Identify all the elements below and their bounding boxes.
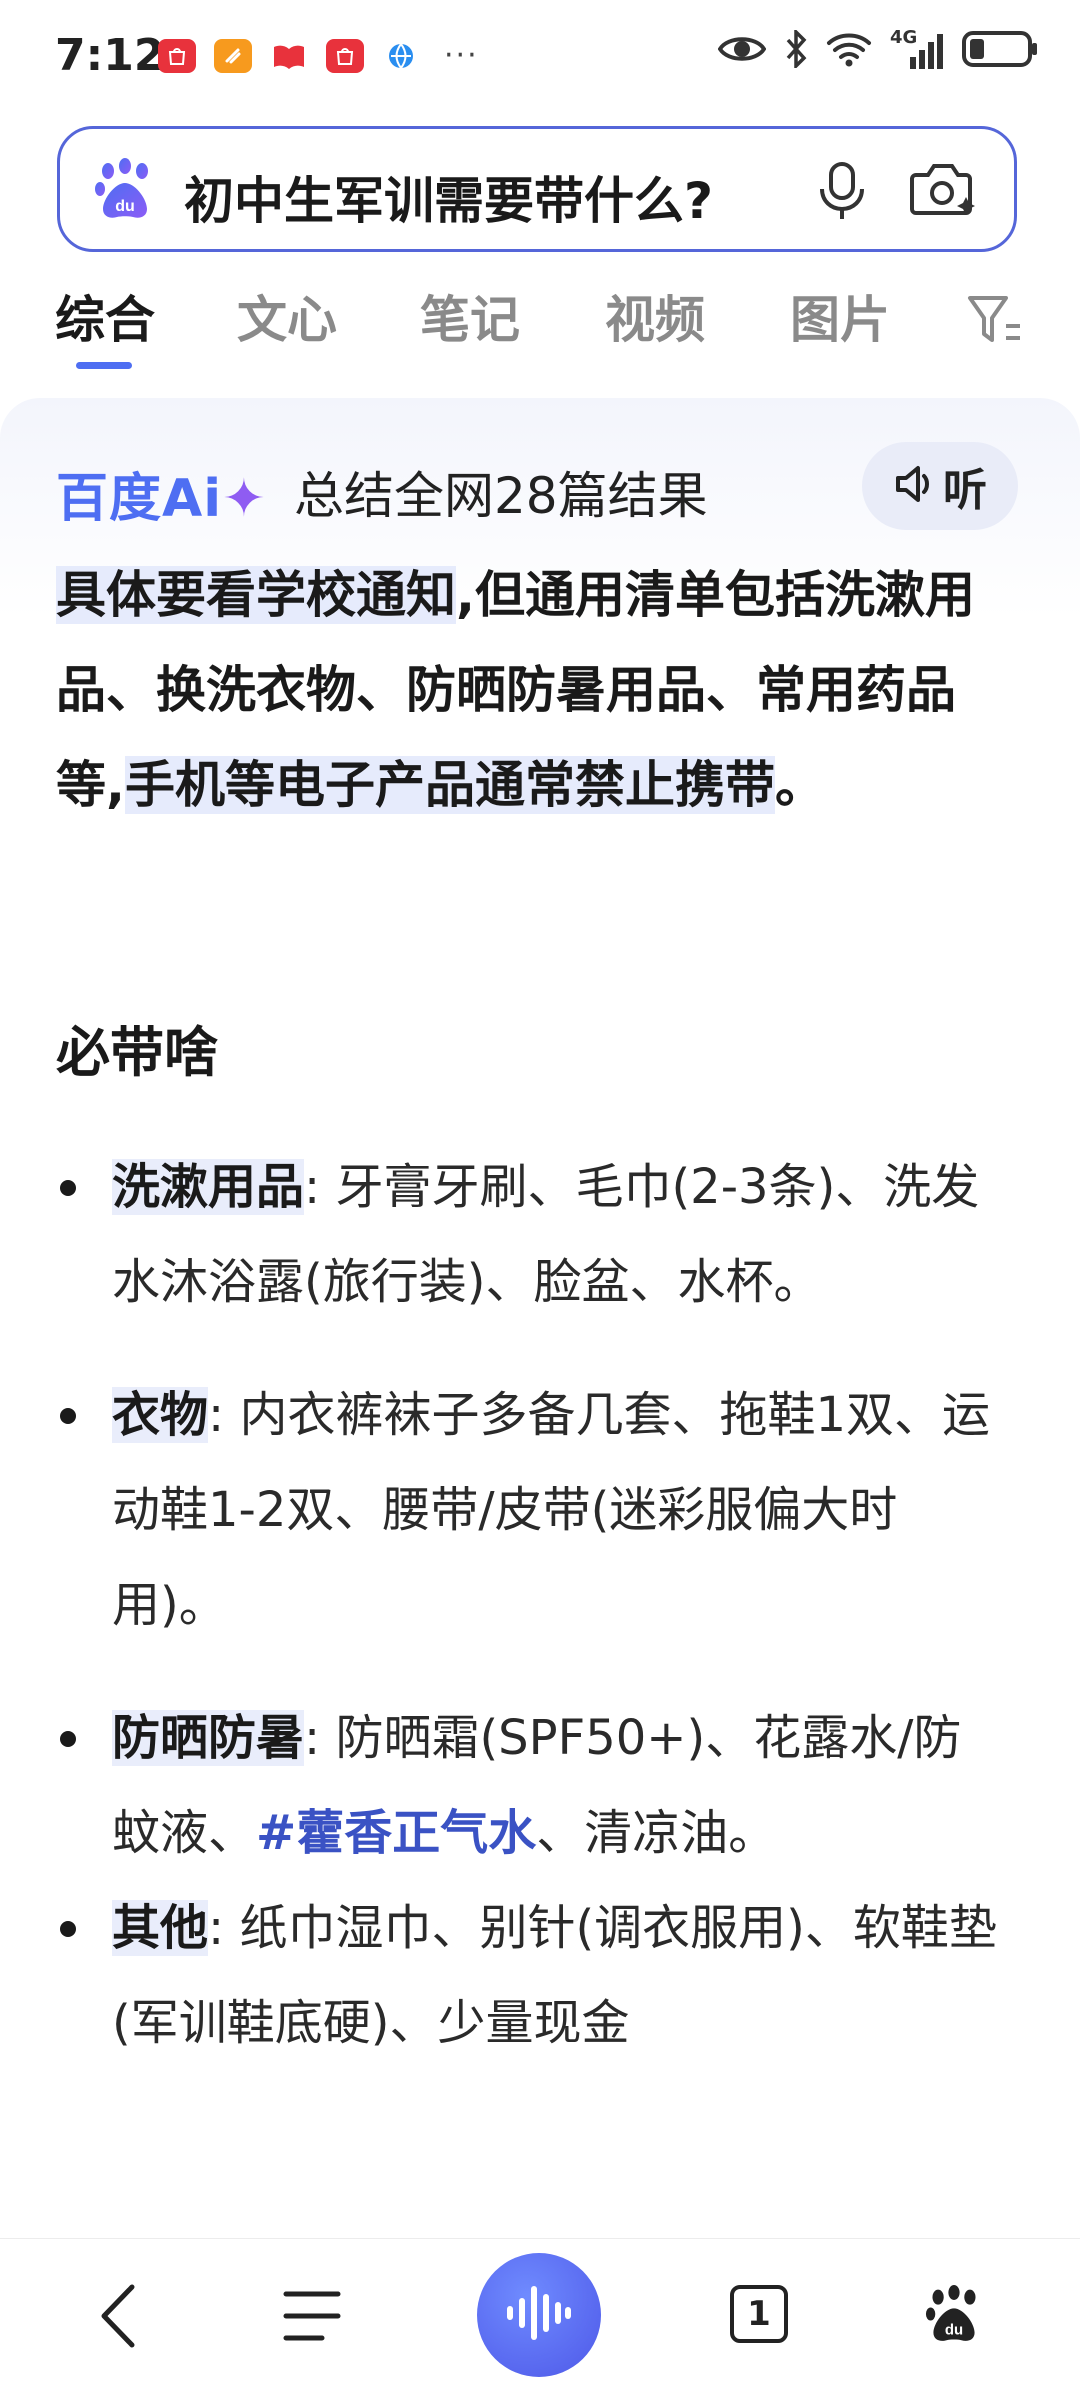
ai-answer-text: 具体要看学校通知,但通用清单包括洗漱用品、换洗衣物、防晒防暑用品、常用药品等,手…: [56, 548, 986, 833]
filter-icon[interactable]: [966, 292, 1024, 352]
answer-highlight: 具体要看学校通知: [56, 566, 456, 624]
wifi-icon: [826, 31, 872, 71]
list-item: 其他: 纸巾湿巾、别针(调衣服用)、软鞋垫(军训鞋底硬)、少量现金: [56, 1881, 1006, 2071]
notification-icons: ···: [158, 38, 479, 73]
item-key: 洗漱用品: [112, 1159, 305, 1215]
baidu-paw-logo-icon[interactable]: du: [94, 157, 156, 225]
ai-summary-label: 总结全网28篇结果: [294, 467, 708, 525]
checklist: 洗漱用品: 牙膏牙刷、毛巾(2-3条)、洗发水沐浴露(旅行装)、脸盆、水杯。 衣…: [56, 1140, 1006, 2071]
search-bar[interactable]: du 初中生军训需要带什么?: [57, 126, 1017, 252]
ai-answer-card: 百度Ai✦ 总结全网28篇结果 听 具体要看学校通知,但通用清单包括洗漱用品、换…: [0, 398, 1080, 2238]
back-icon[interactable]: [96, 2283, 140, 2353]
tab-notes[interactable]: 笔记: [420, 280, 520, 352]
voice-wave-icon: [504, 2283, 574, 2347]
baidu-ai-logo: 百度Ai✦: [56, 456, 267, 531]
svg-text:du: du: [115, 198, 135, 215]
search-input[interactable]: 初中生军训需要带什么?: [184, 161, 713, 233]
list-item: 洗漱用品: 牙膏牙刷、毛巾(2-3条)、洗发水沐浴露(旅行装)、脸盆、水杯。: [56, 1140, 1006, 1330]
tab-videos[interactable]: 视频: [605, 280, 705, 352]
item-key: 衣物: [112, 1387, 209, 1443]
voice-assistant-button[interactable]: [477, 2253, 601, 2377]
microphone-icon[interactable]: [818, 161, 866, 227]
list-item: 防晒防暑: 防晒霜(SPF50+)、花露水/防蚊液、#藿香正气水、清凉油。: [56, 1691, 1006, 1881]
tab-comprehensive[interactable]: 综合: [55, 280, 155, 352]
active-tab-indicator: [76, 362, 132, 369]
speaker-icon: [893, 463, 935, 509]
bluetooth-icon: [784, 27, 808, 72]
search-tabs: 综合 文心 笔记 视频 图片: [0, 280, 1080, 370]
bullet-dot: [60, 1921, 76, 1937]
svg-text:du: du: [945, 2322, 963, 2339]
bullet-dot: [60, 1408, 76, 1424]
tab-count: 1: [747, 2294, 771, 2334]
ai-logo-text: 百度Ai: [56, 469, 223, 529]
status-time: 7:12: [55, 30, 165, 81]
item-key: 防晒防暑: [112, 1710, 305, 1766]
camera-search-icon[interactable]: [910, 157, 980, 227]
bottom-navigation: 1 du: [0, 2238, 1080, 2389]
system-icons: 4G: [717, 27, 1040, 72]
eye-icon: [717, 32, 767, 70]
cellular-signal-icon: 4G: [890, 27, 944, 71]
red-book-icon: [270, 39, 308, 73]
huawei-store-icon-2: [326, 38, 364, 73]
listen-button[interactable]: 听: [862, 442, 1018, 530]
list-item: 衣物: 内衣裤袜子多备几套、拖鞋1双、运动鞋1-2双、腰带/皮带(迷彩服偏大时用…: [56, 1368, 1006, 1653]
hashtag-link[interactable]: #藿香正气水: [256, 1805, 536, 1861]
battery-icon: [962, 30, 1040, 72]
baidu-home-icon[interactable]: du: [925, 2283, 983, 2349]
item-key: 其他: [112, 1900, 209, 1956]
sparkle-icon: ✦: [222, 469, 267, 529]
item-text: : 纸巾湿巾、别针(调衣服用)、软鞋垫(军训鞋底硬)、少量现金: [112, 1900, 997, 2051]
answer-end: 。: [775, 756, 825, 814]
bullet-dot: [60, 1180, 76, 1196]
menu-icon[interactable]: [282, 2289, 342, 2347]
item-text-after: 、清凉油。: [536, 1805, 777, 1861]
status-bar: 7:12 ··· 4G: [0, 0, 1080, 110]
huawei-store-icon: [158, 38, 196, 73]
blue-globe-icon: [382, 39, 420, 73]
section-title: 必带啥: [56, 1021, 218, 1084]
answer-highlight-2: 手机等电子产品通常禁止携带: [125, 756, 775, 814]
listen-label: 听: [943, 465, 987, 516]
orange-app-icon: [214, 38, 252, 73]
item-text: : 内衣裤袜子多备几套、拖鞋1双、运动鞋1-2双、腰带/皮带(迷彩服偏大时用)。: [112, 1387, 990, 1633]
more-notifications-icon: ···: [444, 38, 479, 73]
tabs-count-button[interactable]: 1: [730, 2285, 788, 2343]
tab-images[interactable]: 图片: [790, 280, 890, 352]
tab-wenxin[interactable]: 文心: [237, 280, 337, 352]
bullet-dot: [60, 1731, 76, 1747]
